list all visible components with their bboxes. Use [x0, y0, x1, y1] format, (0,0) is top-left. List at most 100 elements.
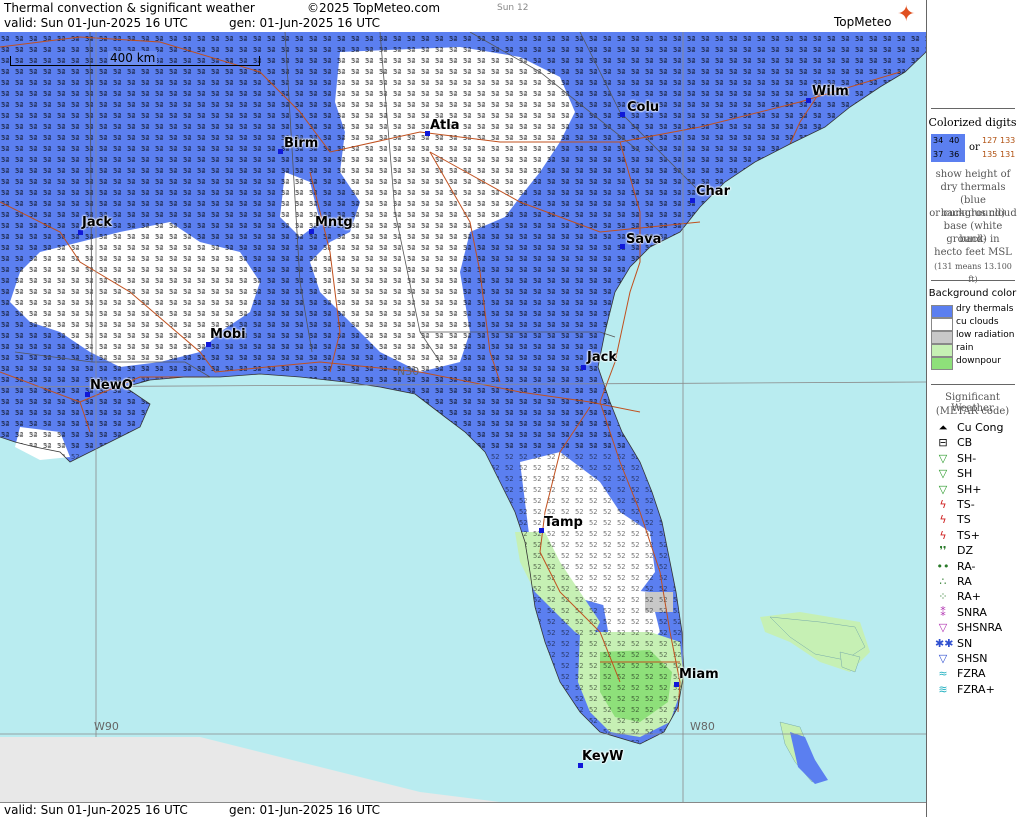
- weather-code-label: FZRA: [957, 667, 986, 681]
- city-atla[interactable]: Atla: [430, 118, 460, 133]
- rain-heavy-icon: ⁘: [938, 590, 948, 604]
- weather-code-label: CB: [957, 436, 973, 450]
- city-char[interactable]: Char: [696, 184, 730, 199]
- city-marker: [674, 682, 679, 687]
- sample-digit: 37: [933, 150, 944, 159]
- city-mobi[interactable]: Mobi: [210, 327, 246, 342]
- city-marker: [690, 198, 695, 203]
- cb-icon: ⊟: [938, 436, 948, 450]
- city-mntg[interactable]: Mntg: [315, 215, 353, 230]
- sample-cloud-digit: 127: [982, 136, 998, 145]
- cu-cong-icon: ⏶: [938, 421, 948, 434]
- generated-time: gen: 01-Jun-2025 16 UTC: [229, 16, 381, 30]
- sample-digit: 36: [949, 150, 960, 159]
- legend-sigwx-subtitle: (METAR code): [935, 406, 1010, 417]
- freezing-rain-heavy-icon: ≋: [938, 682, 948, 696]
- legend-colorized-title: Colorized digits: [928, 116, 1017, 129]
- weather-code-label: SHSN: [957, 652, 988, 665]
- city-sava[interactable]: Sava: [626, 232, 661, 247]
- swatch-cu-clouds: [931, 318, 953, 331]
- city-tamp[interactable]: Tamp: [544, 515, 583, 530]
- legend-desc-8: (131 means 13.100 ft): [934, 262, 1012, 284]
- legend-desc-1: show height of: [935, 169, 1011, 180]
- legend-desc-6: ground) in: [946, 234, 1000, 245]
- sample-cloud-digit: 133: [1000, 136, 1016, 145]
- sample-cloud-digit: 131: [1000, 150, 1016, 159]
- thunder-heavy-icon: ϟ: [939, 528, 947, 542]
- sample-digit: 40: [949, 136, 960, 145]
- legend-or: or: [969, 142, 980, 153]
- sample-digit: 34: [933, 136, 944, 145]
- city-keyw[interactable]: KeyW: [582, 749, 623, 764]
- weather-code-label: SHSNRA: [957, 621, 1003, 635]
- legend-desc-7: hecto feet MSL: [934, 247, 1012, 258]
- swatch-label: rain: [956, 343, 974, 353]
- weather-code-label: SH-: [957, 451, 977, 465]
- weather-code-label: RA+: [957, 590, 981, 604]
- grid-label-n30: N30: [397, 365, 420, 378]
- drizzle-icon: ❜❜: [939, 544, 947, 558]
- legend-divider: [931, 108, 1015, 109]
- weather-code-label: TS-: [957, 498, 975, 511]
- swatch-label: cu clouds: [956, 317, 999, 327]
- footer-generated-time: gen: 01-Jun-2025 16 UTC: [229, 803, 381, 817]
- sample-cloud-digit: 135: [982, 150, 998, 159]
- legend-divider: [931, 384, 1015, 385]
- swatch-low-radiation: [931, 331, 953, 344]
- scale-label: 400 km: [108, 51, 158, 65]
- city-miam[interactable]: Miam: [679, 667, 719, 682]
- map-canvas: 34 52: [0, 32, 926, 802]
- legend-divider: [931, 280, 1015, 281]
- city-marker: [278, 149, 283, 154]
- islands: [769, 616, 866, 783]
- rain-icon: ∴: [939, 575, 947, 588]
- swatch-label: dry thermals: [956, 304, 1014, 314]
- legend-panel: Colorized digits 34 40 37 36 or 127 133 …: [926, 0, 1017, 817]
- weather-code-label: DZ: [957, 544, 974, 558]
- city-marker: [206, 342, 211, 347]
- city-colu[interactable]: Colu: [627, 100, 659, 115]
- city-marker: [309, 229, 314, 234]
- topmeteo-logo: TopMeteo: [834, 15, 892, 29]
- freezing-rain-icon: ≈: [938, 667, 948, 681]
- snow-icon: ✱✱: [935, 636, 954, 650]
- weather-code-label: TS+: [957, 528, 980, 542]
- weather-code-label: SN: [957, 636, 973, 650]
- weather-code-label: RA: [957, 575, 972, 588]
- snow-rain-icon: ⁑: [940, 605, 946, 619]
- city-marker: [806, 98, 811, 103]
- city-birm[interactable]: Birm: [284, 136, 318, 151]
- shower-heavy-icon: ▽: [938, 482, 948, 496]
- swatch-rain: [931, 344, 953, 357]
- snow-rain-shower-icon: ▽: [938, 621, 948, 635]
- snow-shower-icon: ▽: [938, 652, 948, 665]
- city-wilm[interactable]: Wilm: [812, 84, 849, 99]
- city-jack-ms[interactable]: Jack: [82, 215, 112, 230]
- weather-code-label: TS: [957, 513, 971, 527]
- city-newo[interactable]: NewO: [90, 378, 133, 393]
- swatch-dry-thermals: [931, 305, 953, 318]
- valid-time: valid: Sun 01-Jun-2025 16 UTC: [4, 16, 188, 30]
- city-marker: [620, 112, 625, 117]
- city-marker: [620, 244, 625, 249]
- city-jack-fl[interactable]: Jack: [587, 350, 617, 365]
- city-marker: [581, 365, 586, 370]
- weather-code-label: RA-: [957, 559, 976, 573]
- thunder-light-icon: ϟ: [939, 498, 947, 511]
- city-marker: [78, 230, 83, 235]
- sample-digits-box: 34 40 37 36: [931, 134, 965, 162]
- weather-code-label: Cu Cong: [957, 421, 1004, 434]
- weather-code-label: SNRA: [957, 605, 987, 619]
- out-of-domain-area: [0, 737, 500, 802]
- map-header: Thermal convection & significant weather…: [0, 0, 926, 32]
- map-footer: valid: Sun 01-Jun-2025 16 UTC gen: 01-Ju…: [0, 802, 926, 818]
- thunder-icon: ϟ: [939, 513, 947, 527]
- shower-light-icon: ▽: [938, 451, 948, 465]
- grid-label-w90: W90: [94, 720, 119, 733]
- weather-map[interactable]: 34 52: [0, 32, 926, 802]
- timestep-label: Sun 12: [497, 3, 529, 13]
- footer-valid-time: valid: Sun 01-Jun-2025 16 UTC: [4, 803, 188, 817]
- swatch-label: low radiation: [956, 330, 1015, 340]
- legend-background-title: Background color: [928, 288, 1017, 299]
- map-title: Thermal convection & significant weather: [4, 1, 255, 15]
